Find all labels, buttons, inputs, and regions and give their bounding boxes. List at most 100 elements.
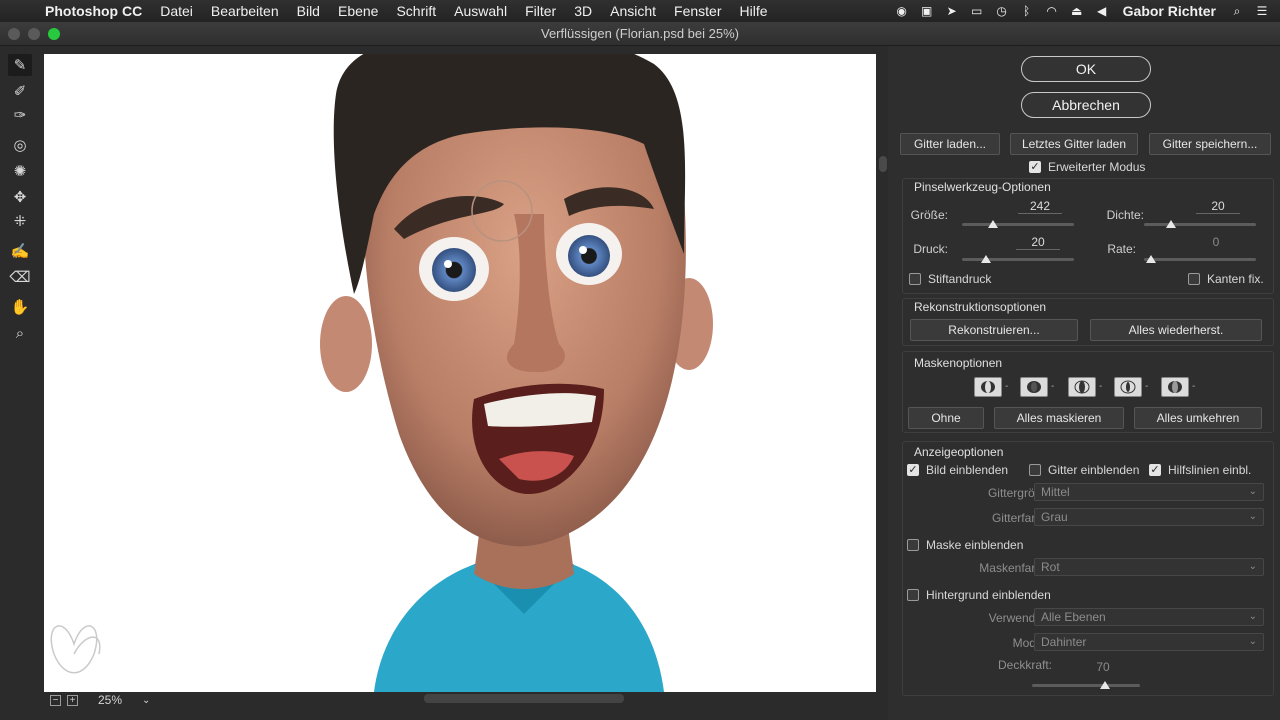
brush-pressure-slider[interactable]	[962, 258, 1074, 261]
mask-all-button[interactable]: Alles maskieren	[994, 407, 1124, 429]
brush-rate-slider[interactable]	[1144, 258, 1256, 261]
smooth-icon[interactable]: ✑	[8, 104, 32, 126]
replace-selection-icon[interactable]	[974, 377, 1002, 397]
menu-ansicht[interactable]: Ansicht	[601, 3, 665, 19]
menu-schrift[interactable]: Schrift	[387, 3, 445, 19]
opacity-slider[interactable]	[1032, 684, 1140, 687]
brush-pressure-value[interactable]: 20	[1016, 235, 1060, 250]
spotlight-icon[interactable]: ⌕	[1229, 4, 1245, 18]
menu-bearbeiten[interactable]: Bearbeiten	[202, 3, 288, 19]
bluetooth-icon[interactable]: ᛒ	[1019, 4, 1035, 18]
show-image-checkbox[interactable]: ✓	[907, 464, 919, 476]
push-left-icon[interactable]: ⁜	[8, 210, 32, 232]
invert-selection-icon[interactable]	[1161, 377, 1189, 397]
show-mesh-checkbox[interactable]	[1029, 464, 1041, 476]
menu-app-name[interactable]: Photoshop CC	[36, 3, 151, 19]
brush-rate-label: Rate:	[1107, 242, 1136, 256]
invert-all-button[interactable]: Alles umkehren	[1134, 407, 1262, 429]
zoom-icon[interactable]: ⌕	[8, 322, 32, 344]
record-icon[interactable]: ◉	[894, 4, 910, 18]
mesh-size-select[interactable]: Mittel ⌄	[1034, 483, 1264, 501]
show-image-label: Bild einblenden	[926, 463, 1009, 477]
brush-rate-knob[interactable]	[1146, 255, 1156, 263]
opacity-value[interactable]: 70	[1081, 660, 1125, 674]
brush-size-slider[interactable]	[962, 223, 1074, 226]
show-guides-checkbox[interactable]: ✓	[1149, 464, 1161, 476]
forward-warp-icon[interactable]: ✎	[8, 54, 32, 76]
liquify-canvas[interactable]	[44, 54, 876, 692]
user-name[interactable]: Gabor Richter	[1123, 3, 1216, 19]
pucker-icon[interactable]: ✺	[8, 160, 32, 182]
right-eye	[568, 235, 610, 277]
reconstruct-icon[interactable]: ✐	[8, 80, 32, 102]
load-mesh-button[interactable]: Gitter laden...	[900, 133, 1000, 155]
twirl-icon[interactable]: ◎	[8, 134, 32, 156]
opacity-knob[interactable]	[1100, 681, 1110, 689]
menu-datei[interactable]: Datei	[151, 3, 202, 19]
brush-rate-value[interactable]: 0	[1194, 235, 1238, 249]
brush-size-label: Größe:	[910, 208, 948, 222]
brush-density-value[interactable]: 20	[1196, 199, 1240, 214]
notification-center-icon[interactable]: ☰	[1254, 4, 1270, 18]
vertical-scrollbar[interactable]	[878, 54, 888, 692]
volume-icon[interactable]: ◀	[1094, 4, 1110, 18]
close-window-button[interactable]	[8, 28, 20, 40]
menu-filter[interactable]: Filter	[516, 3, 565, 19]
menu-hilfe[interactable]: Hilfe	[731, 3, 777, 19]
battery-icon[interactable]: ▭	[969, 4, 985, 18]
brush-pressure-knob[interactable]	[981, 255, 991, 263]
restore-all-button[interactable]: Alles wiederherst.	[1090, 319, 1262, 341]
brush-size-value[interactable]: 242	[1018, 199, 1062, 214]
menu-ebene[interactable]: Ebene	[329, 3, 387, 19]
freeze-mask-icon[interactable]: ✍	[8, 240, 32, 262]
intersect-selection-icon[interactable]	[1114, 377, 1142, 397]
add-to-selection-icon[interactable]	[1020, 377, 1048, 397]
reconstruct-options-title: Rekonstruktionsoptionen	[914, 300, 1047, 314]
advanced-mode-checkbox[interactable]: ✓	[1029, 161, 1041, 173]
mask-mode-buttons: - - - - -	[974, 377, 1214, 397]
blend-mode-select[interactable]: Dahinter ⌄	[1034, 633, 1264, 651]
horizontal-scrollbar[interactable]	[424, 694, 624, 703]
mask-none-button[interactable]: Ohne	[908, 407, 984, 429]
airplay-icon[interactable]: ➤	[944, 4, 960, 18]
liquify-toolbar: ✎ ✐ ✑ ◎ ✺ ✥ ⁜ ✍ ⌫ ✋ ⌕	[0, 46, 40, 720]
ok-button[interactable]: OK	[1021, 56, 1151, 82]
chevron-down-icon[interactable]: ⌄	[142, 695, 150, 706]
show-mask-label: Maske einblenden	[926, 538, 1024, 552]
zoom-level[interactable]: 25%	[98, 693, 138, 707]
menu-auswahl[interactable]: Auswahl	[445, 3, 516, 19]
subtract-from-selection-icon[interactable]	[1068, 377, 1096, 397]
eject-icon[interactable]: ⏏	[1069, 4, 1085, 18]
cancel-button[interactable]: Abbrechen	[1021, 92, 1151, 118]
zoom-window-button[interactable]	[48, 28, 60, 40]
brush-density-knob[interactable]	[1166, 220, 1176, 228]
show-mask-checkbox[interactable]	[907, 539, 919, 551]
wifi-icon[interactable]: ◠	[1044, 4, 1060, 18]
menubar: Photoshop CC Datei Bearbeiten Bild Ebene…	[0, 0, 1280, 22]
reconstruct-button[interactable]: Rekonstruieren...	[910, 319, 1078, 341]
brush-density-slider[interactable]	[1144, 223, 1256, 226]
menu-fenster[interactable]: Fenster	[665, 3, 730, 19]
mask-color-select[interactable]: Rot ⌄	[1034, 558, 1264, 576]
pin-edges-checkbox[interactable]	[1188, 273, 1200, 285]
mask-options-title: Maskenoptionen	[914, 356, 1003, 370]
hand-icon[interactable]: ✋	[8, 296, 32, 318]
minimize-window-button[interactable]	[28, 28, 40, 40]
zoom-out-button[interactable]: −	[50, 694, 61, 706]
stylus-pressure-checkbox[interactable]	[909, 273, 921, 285]
brush-size-knob[interactable]	[988, 220, 998, 228]
view-options-title: Anzeigeoptionen	[914, 445, 1004, 459]
zoom-in-button[interactable]: +	[67, 694, 78, 706]
mesh-color-select[interactable]: Grau ⌄	[1034, 508, 1264, 526]
load-last-mesh-button[interactable]: Letztes Gitter laden	[1010, 133, 1138, 155]
time-machine-icon[interactable]: ◷	[994, 4, 1010, 18]
screen-icon[interactable]: ▣	[919, 4, 935, 18]
bloat-icon[interactable]: ✥	[8, 186, 32, 208]
menu-bild[interactable]: Bild	[288, 3, 329, 19]
menu-3d[interactable]: 3D	[565, 3, 601, 19]
save-mesh-button[interactable]: Gitter speichern...	[1149, 133, 1271, 155]
show-backdrop-checkbox[interactable]	[907, 589, 919, 601]
thaw-mask-icon[interactable]: ⌫	[8, 266, 32, 288]
advanced-mode-label: Erweiterter Modus	[1048, 160, 1146, 174]
use-layers-select[interactable]: Alle Ebenen ⌄	[1034, 608, 1264, 626]
